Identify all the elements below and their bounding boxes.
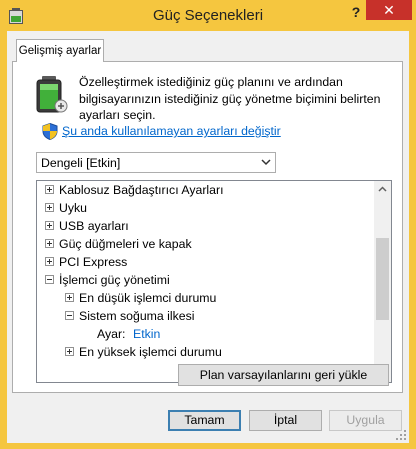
tab-advanced-settings[interactable]: Gelişmiş ayarlar [16, 39, 104, 62]
settings-tree[interactable]: Kablosuz Bağdaştırıcı Ayarları Uyku USB … [36, 180, 392, 383]
collapse-icon[interactable] [65, 311, 74, 320]
expand-icon[interactable] [65, 293, 74, 302]
title-bar[interactable]: Güç Seçenekleri ? ✕ [0, 0, 416, 31]
tree-item-label: Kablosuz Bağdaştırıcı Ayarları [59, 183, 224, 197]
expand-icon[interactable] [45, 239, 54, 248]
expand-icon[interactable] [45, 257, 54, 266]
resize-grip-icon[interactable] [395, 429, 407, 441]
tree-item-label: Güç düğmeleri ve kapak [59, 237, 192, 251]
close-button[interactable]: ✕ [366, 0, 412, 20]
power-plan-select[interactable]: Dengeli [Etkin] [36, 152, 276, 173]
tree-item-label: En düşük işlemci durumu [79, 291, 217, 305]
tree-item-label: En yüksek işlemci durumu [79, 345, 222, 359]
tree-scrollbar[interactable] [374, 181, 391, 382]
settings-panel: Özelleştirmek istediğiniz güç planını ve… [12, 61, 403, 393]
collapse-icon[interactable] [45, 275, 54, 284]
tree-item-label: İşlemci güç yönetimi [59, 273, 170, 287]
scroll-up-icon[interactable] [374, 181, 391, 198]
cancel-button[interactable]: İptal [249, 410, 322, 431]
tree-item-label: USB ayarları [59, 219, 129, 233]
ok-button[interactable]: Tamam [168, 410, 241, 431]
tree-item-label: Sistem soğuma ilkesi [79, 309, 195, 323]
power-options-window: Güç Seçenekleri ? ✕ Gelişmiş ayarlar Öze… [0, 0, 416, 449]
description-text: Özelleştirmek istediğiniz güç planını ve… [79, 75, 381, 122]
chevron-down-icon [261, 159, 271, 166]
expand-icon[interactable] [45, 185, 54, 194]
setting-value-link[interactable]: Etkin [133, 325, 160, 343]
change-unavailable-settings-link[interactable]: Şu anda kullanılamayan ayarları değiştir [62, 124, 281, 138]
restore-plan-defaults-button[interactable]: Plan varsayılanlarını geri yükle [178, 364, 389, 386]
expand-icon[interactable] [45, 221, 54, 230]
battery-icon [36, 76, 68, 113]
power-plan-select-value: Dengeli [Etkin] [41, 156, 121, 170]
expand-icon[interactable] [65, 347, 74, 356]
uac-shield-icon [42, 123, 58, 140]
help-button[interactable]: ? [344, 2, 368, 22]
dialog-client-area: Gelişmiş ayarlar Özelleştirmek istediğin… [7, 31, 409, 443]
tree-item-label: Uyku [59, 201, 88, 215]
setting-label: Ayar: [97, 327, 126, 341]
apply-button[interactable]: Uygula [329, 410, 402, 431]
expand-icon[interactable] [45, 203, 54, 212]
tree-item-label: PCI Express [59, 255, 128, 269]
scroll-thumb[interactable] [376, 238, 389, 320]
